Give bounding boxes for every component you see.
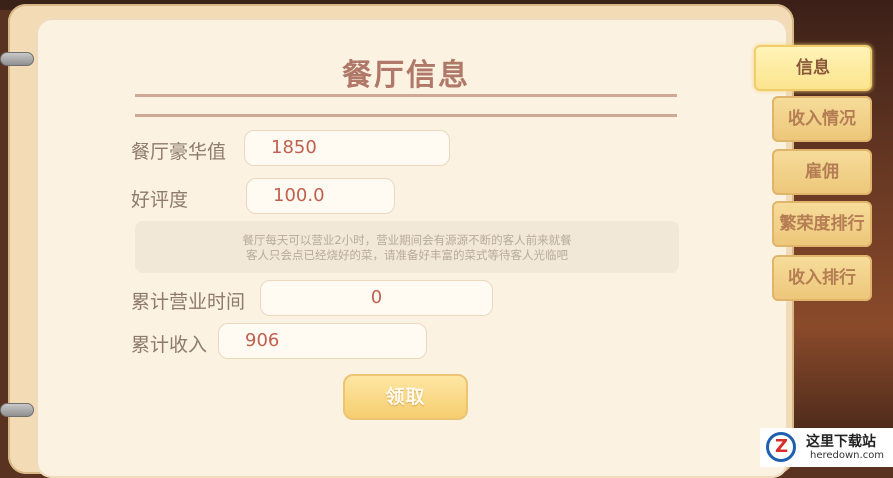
rating-value: 100.0 <box>246 178 395 214</box>
page-title: 餐厅信息 <box>342 58 470 93</box>
claim-button[interactable]: 领取 <box>343 374 468 420</box>
tab-prosperity-rank[interactable]: 繁荣度排行 <box>772 201 872 247</box>
watermark-url: heredown.com <box>810 450 885 461</box>
hours-label: 累计营业时间 <box>131 291 246 313</box>
income-label: 累计收入 <box>131 334 208 356</box>
tab-info[interactable]: 信息 <box>754 45 872 91</box>
luxury-label: 餐厅豪华值 <box>131 141 227 163</box>
tab-income-rank[interactable]: 收入排行 <box>772 255 872 301</box>
luxury-value: 1850 <box>244 130 450 166</box>
description-line: 餐厅每天可以营业2小时，营业期间会有源源不断的客人前来就餐 <box>242 233 572 247</box>
watermark-logo-icon: Z <box>766 432 796 462</box>
rating-label: 好评度 <box>131 189 189 211</box>
description-box: 餐厅每天可以营业2小时，营业期间会有源源不断的客人前来就餐 客人只会点已经烧好的… <box>135 221 679 273</box>
tab-hire[interactable]: 雇佣 <box>772 149 872 195</box>
hours-value: 0 <box>260 280 493 316</box>
title-divider <box>135 114 677 117</box>
income-value: 906 <box>218 323 427 359</box>
tab-income-status[interactable]: 收入情况 <box>772 96 872 142</box>
description-line: 客人只会点已经烧好的菜，请准备好丰富的菜式等待客人光临吧 <box>246 248 568 262</box>
binder-ring-icon <box>0 52 34 66</box>
title-divider <box>135 94 677 97</box>
watermark: Z 这里下载站 heredown.com <box>760 428 893 467</box>
binder-ring-icon <box>0 403 34 417</box>
watermark-title: 这里下载站 <box>806 434 876 450</box>
